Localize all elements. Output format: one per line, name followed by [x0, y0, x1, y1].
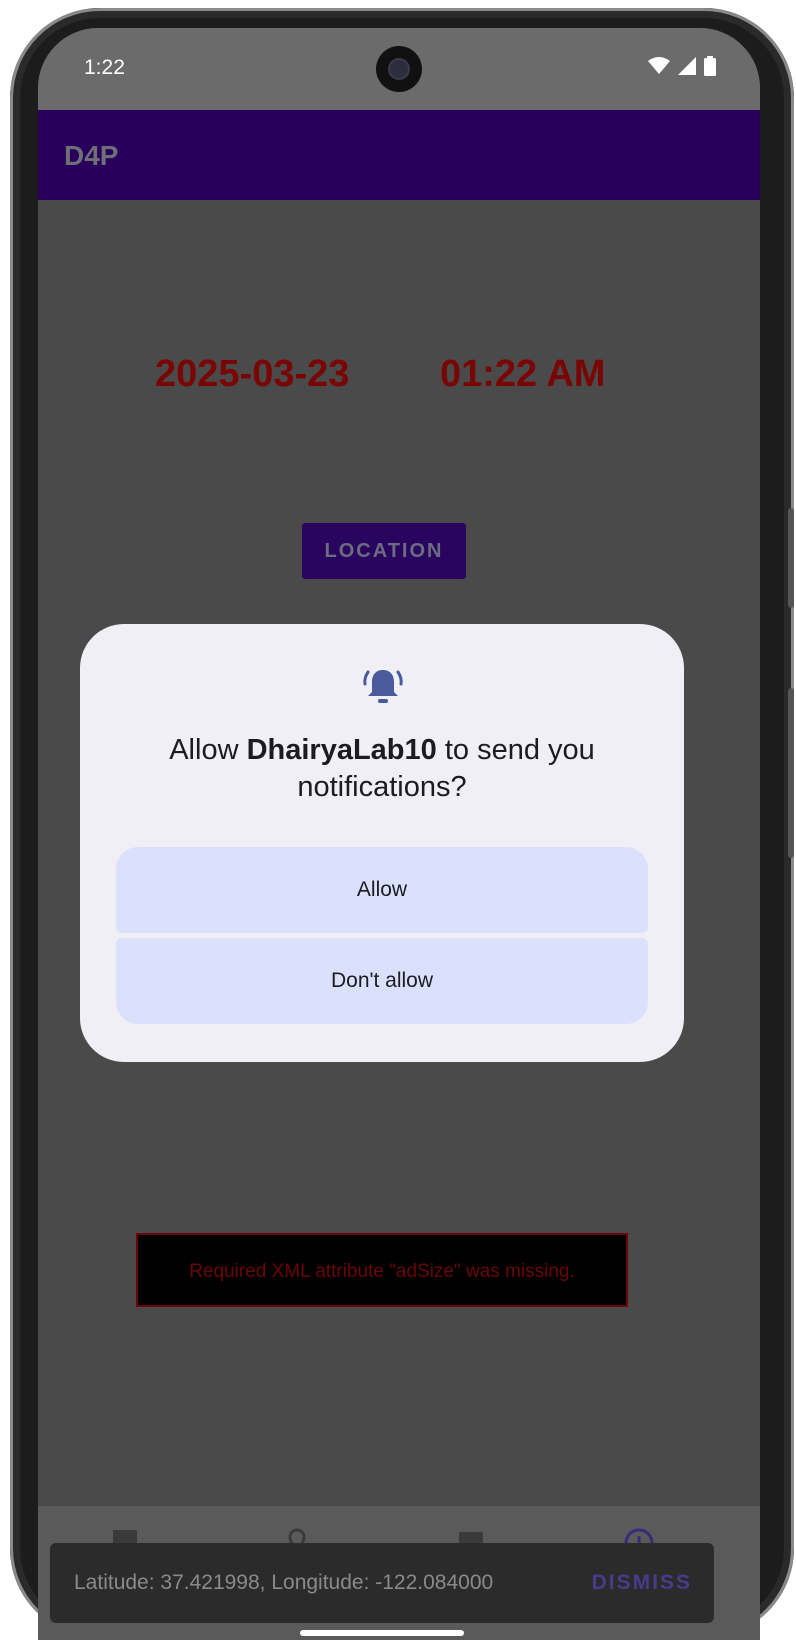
app-title: D4P — [64, 140, 119, 171]
wifi-icon — [648, 57, 670, 74]
notification-bell-icon — [360, 662, 406, 708]
home-indicator[interactable] — [300, 1630, 464, 1636]
battery-icon — [704, 56, 716, 76]
status-time: 1:22 — [84, 56, 125, 79]
dont-allow-button[interactable]: Don't allow — [116, 938, 648, 1024]
dialog-title: Allow DhairyaLab10 to send you notificat… — [110, 732, 654, 806]
status-bar: 1:22 — [38, 28, 760, 110]
time-text: 01:22 AM — [440, 353, 606, 395]
app-bar: D4P — [38, 110, 760, 200]
ad-error-banner: Required XML attribute "adSize" was miss… — [136, 1233, 628, 1307]
status-icons — [648, 56, 716, 76]
signal-icon — [678, 57, 696, 75]
allow-button[interactable]: Allow — [116, 847, 648, 933]
notification-permission-dialog: Allow DhairyaLab10 to send you notificat… — [80, 624, 684, 1062]
date-text: 2025-03-23 — [155, 353, 350, 395]
front-camera — [376, 46, 422, 92]
volume-button — [788, 688, 794, 858]
snackbar: Latitude: 37.421998, Longitude: -122.084… — [50, 1543, 714, 1623]
power-button — [788, 508, 794, 608]
location-button[interactable]: LOCATION — [302, 523, 466, 579]
screen: 1:22 D4P 2025-03-23 01:22 AM LOCATION Re… — [38, 28, 760, 1640]
snackbar-message: Latitude: 37.421998, Longitude: -122.084… — [74, 1571, 494, 1594]
dialog-title-prefix: Allow — [169, 734, 247, 766]
dialog-app-name: DhairyaLab10 — [246, 734, 437, 766]
dismiss-button[interactable]: DISMISS — [592, 1571, 692, 1595]
